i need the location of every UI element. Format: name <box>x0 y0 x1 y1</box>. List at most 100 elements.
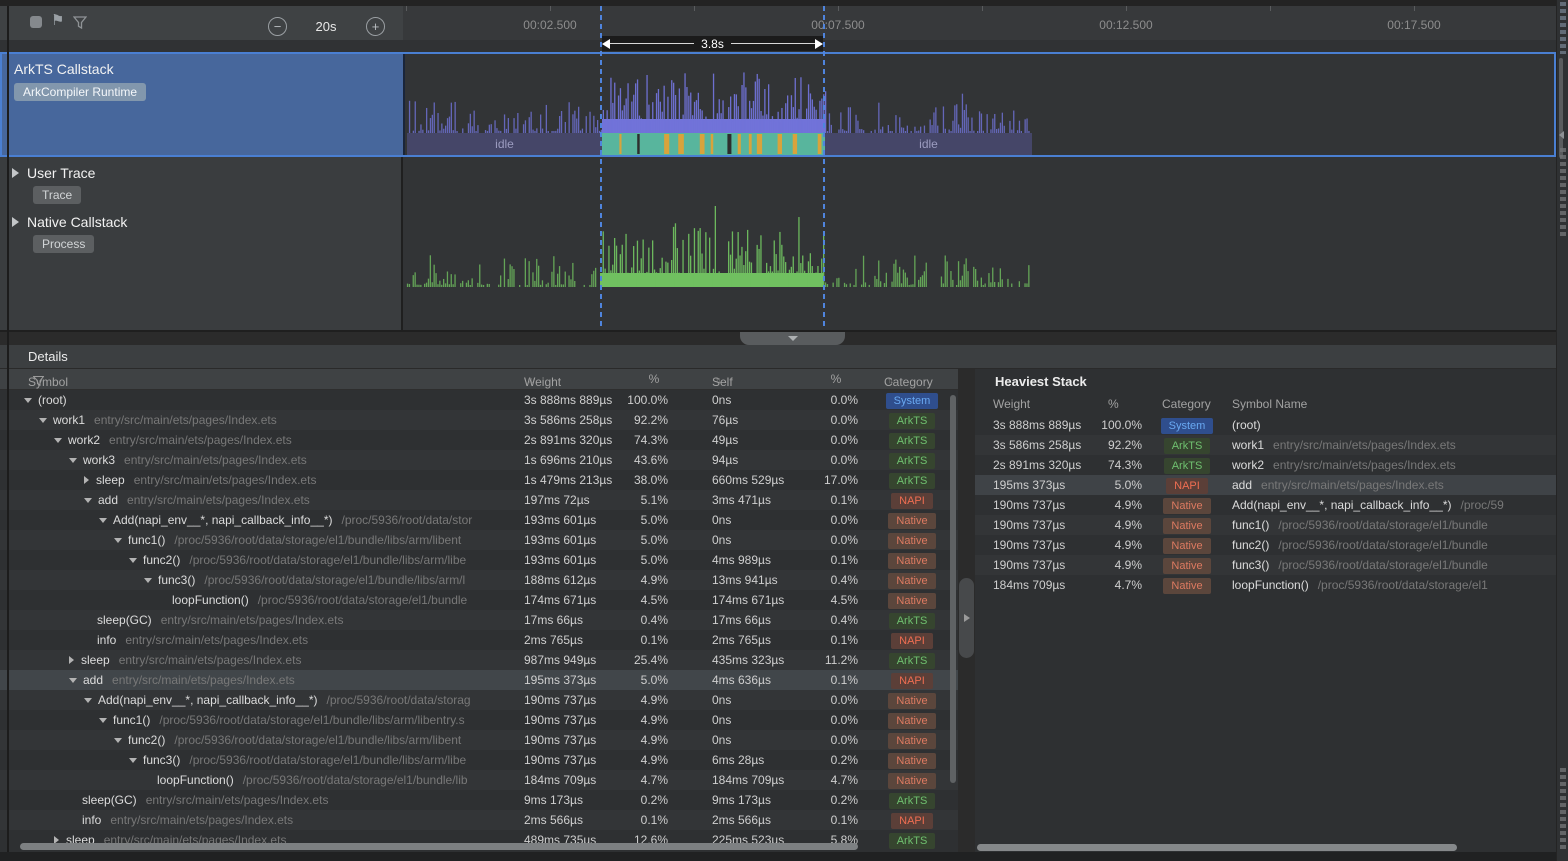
selection-start-handle[interactable] <box>600 6 602 330</box>
category-badge: ArkTS <box>889 653 936 669</box>
heaviest-stack-row[interactable]: 195ms 373µs5.0%NAPIaddentry/src/main/ets… <box>975 475 1568 495</box>
heaviest-stack-row[interactable]: 2s 891ms 320µs74.3%ArkTSwork2entry/src/m… <box>975 455 1568 475</box>
collapse-icon[interactable] <box>114 538 122 543</box>
expand-icon[interactable] <box>69 656 74 664</box>
collapse-details-handle[interactable] <box>740 332 845 345</box>
details-table-row[interactable]: work2entry/src/main/ets/pages/Index.ets2… <box>0 430 958 450</box>
heaviest-stack-row[interactable]: 190ms 737µs4.9%Nativefunc2()/proc/5936/r… <box>975 535 1568 555</box>
stop-recording-icon[interactable] <box>30 16 42 28</box>
zoom-in-button[interactable]: + <box>366 17 385 36</box>
details-vertical-scrollbar[interactable] <box>950 395 956 783</box>
pct-value: 5.0% <box>600 510 668 530</box>
selection-duration-label: 3.8s <box>701 37 724 51</box>
details-table-row[interactable]: work1entry/src/main/ets/pages/Index.ets3… <box>0 410 958 430</box>
collapse-icon[interactable] <box>129 758 137 763</box>
heaviest-stack-row[interactable]: 3s 888ms 889µs100.0%System(root) <box>975 415 1568 435</box>
heaviest-stack-row[interactable]: 184ms 709µs4.7%NativeloopFunction()/proc… <box>975 575 1568 595</box>
details-table-row[interactable]: loopFunction()/proc/5936/root/data/stora… <box>0 770 958 790</box>
pct-value: 43.6% <box>600 450 668 470</box>
column-weight[interactable]: Weight <box>993 397 1030 411</box>
column-symbol-name[interactable]: Symbol Name <box>1232 397 1307 411</box>
collapse-icon[interactable] <box>114 738 122 743</box>
collapse-icon[interactable] <box>84 698 92 703</box>
details-table-row[interactable]: infoentry/src/main/ets/pages/Index.ets2m… <box>0 810 958 830</box>
symbol-name: work1 <box>1232 438 1264 452</box>
track-arkts-callstack[interactable]: idleidle ArkTS Callstack ArkCompiler Run… <box>0 52 1556 157</box>
track-user-trace[interactable]: User Trace Trace <box>0 157 1556 206</box>
category-badge: ArkTS <box>889 453 936 469</box>
collapse-icon[interactable] <box>144 578 152 583</box>
details-table-row[interactable]: func3()/proc/5936/root/data/storage/el1/… <box>0 570 958 590</box>
expand-icon[interactable] <box>84 476 89 484</box>
details-table-row[interactable]: work3entry/src/main/ets/pages/Index.ets1… <box>0 450 958 470</box>
self_pct-value: 0.1% <box>792 630 858 650</box>
arkts-activity-chart[interactable]: idleidle <box>405 54 1554 155</box>
heaviest-horizontal-scrollbar[interactable] <box>977 844 1457 851</box>
details-table-row[interactable]: addentry/src/main/ets/pages/Index.ets195… <box>0 670 958 690</box>
expand-heaviest-handle[interactable] <box>959 578 974 658</box>
tool-tab[interactable] <box>1560 2 1566 54</box>
collapse-icon[interactable] <box>84 498 92 503</box>
details-table-row[interactable]: addentry/src/main/ets/pages/Index.ets197… <box>0 490 958 510</box>
column-weight-pct[interactable]: % <box>640 372 668 386</box>
column-category[interactable]: Category <box>1162 397 1211 411</box>
track-native-label-cell[interactable]: Native Callstack Process <box>0 206 403 330</box>
tool-tab[interactable] <box>1560 148 1566 238</box>
pct-value: 5.0% <box>1075 475 1142 495</box>
filter-icon[interactable] <box>73 16 87 34</box>
expand-icon[interactable] <box>12 168 19 178</box>
details-table-row[interactable]: loopFunction()/proc/5936/root/data/stora… <box>0 590 958 610</box>
heaviest-stack-row[interactable]: 190ms 737µs4.9%Nativefunc3()/proc/5936/r… <box>975 555 1568 575</box>
details-table-row[interactable]: func2()/proc/5936/root/data/storage/el1/… <box>0 550 958 570</box>
collapse-left-icon[interactable] <box>1559 131 1564 139</box>
details-table-row[interactable]: func1()/proc/5936/root/data/storage/el1/… <box>0 710 958 730</box>
details-table-row[interactable]: sleepentry/src/main/ets/pages/Index.ets9… <box>0 650 958 670</box>
user-trace-chart[interactable] <box>403 157 1556 206</box>
native-activity-chart[interactable] <box>403 206 1556 330</box>
details-table[interactable]: (root)3s 888ms 889µs100.0%0ns0.0%Systemw… <box>0 390 958 851</box>
ruler-tick-label: 00:02.500 <box>523 18 576 32</box>
heaviest-stack-row[interactable]: 3s 586ms 258µs92.2%ArkTSwork1entry/src/m… <box>975 435 1568 455</box>
timeline-ruler[interactable]: 00:02.50000:07.50000:12.50000:17.500 <box>403 6 1556 41</box>
track-user-trace-label-cell[interactable]: User Trace Trace <box>0 157 403 206</box>
details-table-row[interactable]: func3()/proc/5936/root/data/storage/el1/… <box>0 750 958 770</box>
collapse-icon[interactable] <box>99 518 107 523</box>
collapse-icon[interactable] <box>69 458 77 463</box>
flag-marker-icon[interactable]: ⚑ <box>51 14 64 28</box>
column-pct[interactable]: % <box>1108 397 1119 411</box>
details-table-row[interactable]: func2()/proc/5936/root/data/storage/el1/… <box>0 730 958 750</box>
column-self-pct[interactable]: % <box>822 372 850 386</box>
collapse-icon[interactable] <box>24 398 32 403</box>
self-value: 9ms 173µs <box>712 790 771 810</box>
expand-icon[interactable] <box>12 217 19 227</box>
details-table-row[interactable]: sleepentry/src/main/ets/pages/Index.ets1… <box>0 470 958 490</box>
details-horizontal-scrollbar[interactable] <box>20 843 858 850</box>
details-table-row[interactable]: func1()/proc/5936/root/data/storage/el1/… <box>0 530 958 550</box>
heaviest-stack-row[interactable]: 190ms 737µs4.9%Nativefunc1()/proc/5936/r… <box>975 515 1568 535</box>
details-table-row[interactable]: sleep(GC)entry/src/main/ets/pages/Index.… <box>0 790 958 810</box>
zoom-out-button[interactable]: − <box>268 17 287 36</box>
filter-icon[interactable] <box>33 375 44 389</box>
self-value: 0ns <box>712 510 731 530</box>
heaviest-stack-rows[interactable]: 3s 888ms 889µs100.0%System(root)3s 586ms… <box>975 415 1568 595</box>
details-table-row[interactable]: (root)3s 888ms 889µs100.0%0ns0.0%System <box>0 390 958 410</box>
heaviest-stack-row[interactable]: 190ms 737µs4.9%NativeAdd(napi_env__*, na… <box>975 495 1568 515</box>
selection-end-handle[interactable] <box>823 6 825 330</box>
details-table-row[interactable]: sleep(GC)entry/src/main/ets/pages/Index.… <box>0 610 958 630</box>
details-table-row[interactable]: infoentry/src/main/ets/pages/Index.ets2m… <box>0 630 958 650</box>
track-native-callstack[interactable]: Native Callstack Process <box>0 206 1556 330</box>
details-table-row[interactable]: Add(napi_env__*, napi_callback_info__*)/… <box>0 510 958 530</box>
selection-duration[interactable]: 3.8s <box>602 36 823 51</box>
collapse-icon[interactable] <box>54 438 62 443</box>
tracks-vertical-scrollbar[interactable] <box>1559 58 1563 158</box>
collapse-icon[interactable] <box>69 678 77 683</box>
track-arkts-label-cell[interactable]: ArkTS Callstack ArkCompiler Runtime <box>2 54 405 155</box>
tool-tab[interactable] <box>1560 768 1566 852</box>
track-title: User Trace <box>27 165 95 181</box>
details-table-row[interactable]: Add(napi_env__*, napi_callback_info__*)/… <box>0 690 958 710</box>
self-value: 2ms 765µs <box>712 630 771 650</box>
collapse-icon[interactable] <box>39 418 47 423</box>
collapse-icon[interactable] <box>99 718 107 723</box>
pct-value: 4.9% <box>600 690 668 710</box>
collapse-icon[interactable] <box>129 558 137 563</box>
